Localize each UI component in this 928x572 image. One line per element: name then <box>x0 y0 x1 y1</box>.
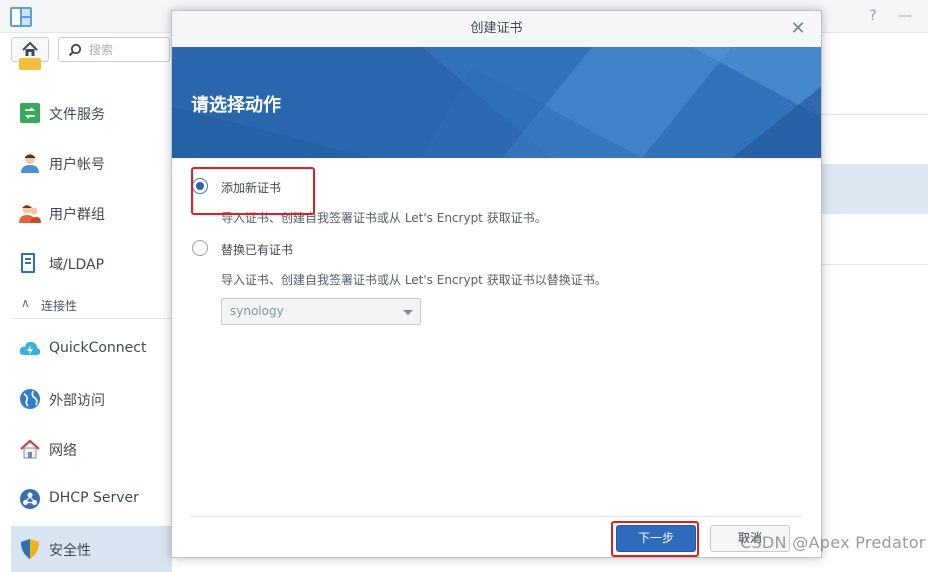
help-icon[interactable]: ? <box>864 7 882 25</box>
dialog-title: 创建证书 <box>172 11 821 48</box>
create-certificate-dialog: 创建证书 ✕ 请选择动作 添加新证书 导入证书、创建自我签署证书或从 Let's… <box>171 10 822 558</box>
search-input[interactable] <box>87 41 171 59</box>
sidebar-item-file-services[interactable]: 文件服务 <box>11 90 172 136</box>
external-access-icon <box>20 389 40 409</box>
sidebar-item-label: 文件服务 <box>49 107 105 123</box>
minimize-icon[interactable]: — <box>896 7 914 25</box>
dhcp-icon <box>20 489 40 509</box>
certificate-select[interactable]: synology <box>221 298 421 325</box>
sidebar-item-group[interactable]: 用户群组 <box>11 190 172 236</box>
footer-divider <box>190 516 802 517</box>
select-value: synology <box>230 304 284 318</box>
search-icon <box>68 43 82 57</box>
sidebar-item-label: 网络 <box>49 443 77 459</box>
sidebar-item-security[interactable]: 安全性 <box>11 526 172 572</box>
chevron-down-icon <box>403 310 413 315</box>
sidebar-item-external-access[interactable]: 外部访问 <box>11 376 172 422</box>
sidebar-item-label: 外部访问 <box>49 393 105 409</box>
domain-icon <box>21 253 35 273</box>
control-panel-app-icon <box>10 7 32 27</box>
divider <box>822 264 928 265</box>
sidebar-item-label: 用户帐号 <box>49 157 105 173</box>
file-services-icon <box>20 103 40 123</box>
sidebar-item-label: 域/LDAP <box>49 257 105 273</box>
partial-item-icon <box>19 58 41 70</box>
dialog-banner: 请选择动作 <box>172 47 821 158</box>
shield-icon <box>21 539 39 559</box>
divider <box>822 114 928 115</box>
highlight-box <box>191 167 315 215</box>
option-label: 替换已有证书 <box>221 243 294 257</box>
search-box[interactable] <box>58 37 171 62</box>
radio-replace-existing[interactable] <box>192 240 208 256</box>
user-icon <box>21 154 39 173</box>
option-replace-certificate[interactable]: 替换已有证书 <box>192 238 392 260</box>
close-icon[interactable]: ✕ <box>788 19 808 39</box>
selected-list-row <box>822 164 928 214</box>
sidebar-item-dhcp-server[interactable]: DHCP Server <box>11 476 172 522</box>
sidebar-item-label: 用户群组 <box>49 207 105 223</box>
section-connectivity[interactable]: ∧ 连接性 <box>11 292 172 319</box>
highlight-box <box>611 521 699 557</box>
sidebar-item-user[interactable]: 用户帐号 <box>11 140 172 186</box>
banner-title: 请选择动作 <box>191 95 281 116</box>
main-panel-background <box>822 64 928 558</box>
option-description: 导入证书、创建自我签署证书或从 Let's Encrypt 获取证书以替换证书。 <box>221 273 607 287</box>
group-icon <box>19 204 41 223</box>
watermark: CSDN @Apex Predator <box>740 533 926 552</box>
quickconnect-icon <box>19 341 41 355</box>
sidebar-item-label: QuickConnect <box>49 340 147 356</box>
chevron-up-icon: ∧ <box>21 296 30 310</box>
sidebar-item-label: DHCP Server <box>49 490 139 506</box>
section-label: 连接性 <box>41 299 78 313</box>
sidebar-item-network[interactable]: 网络 <box>11 426 172 472</box>
sidebar-item-label: 安全性 <box>49 543 91 559</box>
sidebar-item-quickconnect[interactable]: QuickConnect <box>11 326 172 372</box>
sidebar-item-domain-ldap[interactable]: 域/LDAP <box>11 240 172 286</box>
network-icon <box>20 439 40 459</box>
